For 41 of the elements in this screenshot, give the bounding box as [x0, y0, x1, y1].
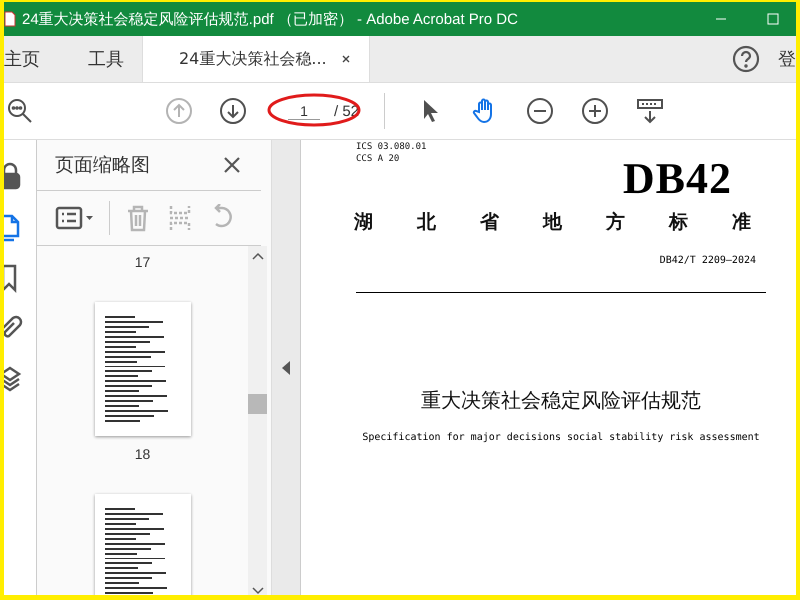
- plus-icon: [581, 97, 610, 125]
- tab[interactable]: 工具: [88, 36, 142, 82]
- close-icon[interactable]: [223, 156, 241, 174]
- keyboard-icon: [636, 97, 664, 125]
- standard-type-heading: 湖北省地方标准: [354, 210, 766, 235]
- minus-icon: [526, 97, 554, 125]
- page-number: 18: [134, 446, 150, 462]
- page-thumbnail[interactable]: [94, 494, 190, 595]
- options-button[interactable]: [55, 204, 95, 232]
- classification-code: ICS 03.080.01: [356, 141, 428, 153]
- maximize-icon: [767, 13, 779, 25]
- left-triangle-icon: [282, 360, 290, 374]
- search-button[interactable]: [6, 97, 34, 125]
- page-number-field[interactable]: 1: [288, 102, 320, 120]
- scrollbar[interactable]: [248, 246, 267, 595]
- up-caret-icon: [252, 252, 264, 260]
- document-subtitle: Specification for major decisions social stability risk assessment: [362, 432, 760, 443]
- classification-code: CCS A 20: [356, 153, 400, 165]
- tab-label: 24重大决策社会稳...: [179, 48, 327, 70]
- tab[interactable]: 24重大决策社会稳...: [142, 36, 370, 82]
- page-thumbnail[interactable]: [94, 302, 190, 436]
- document-title: 重大决策社会稳定风险评估规范: [421, 387, 701, 414]
- zoom-in-button[interactable]: [581, 97, 610, 125]
- close-icon[interactable]: [340, 54, 351, 64]
- page-number: 17: [134, 254, 150, 270]
- sign-in-link[interactable]: 登: [778, 47, 796, 71]
- window-title: 24重大决策社会稳定风险评估规范.pdf （已加密） - Adobe Acrobat Pro DC: [22, 10, 518, 28]
- document-icon: [4, 11, 16, 27]
- keyboard-button[interactable]: [636, 97, 664, 125]
- standard-mark: DB42: [622, 159, 732, 199]
- tab-label: 主页: [4, 48, 40, 71]
- help-icon[interactable]: [732, 45, 760, 73]
- panel-title: 页面缩略图: [55, 153, 150, 178]
- tab[interactable]: 主页: [4, 36, 58, 82]
- search-icon: [6, 97, 34, 125]
- down-caret-icon: [252, 587, 264, 595]
- zoom-out-button[interactable]: [526, 97, 554, 125]
- tab-label: 工具: [88, 48, 124, 71]
- standard-number: DB42/T 2209—2024: [660, 255, 756, 266]
- scroll-thumb[interactable]: [248, 394, 267, 414]
- next-button[interactable]: [219, 97, 247, 125]
